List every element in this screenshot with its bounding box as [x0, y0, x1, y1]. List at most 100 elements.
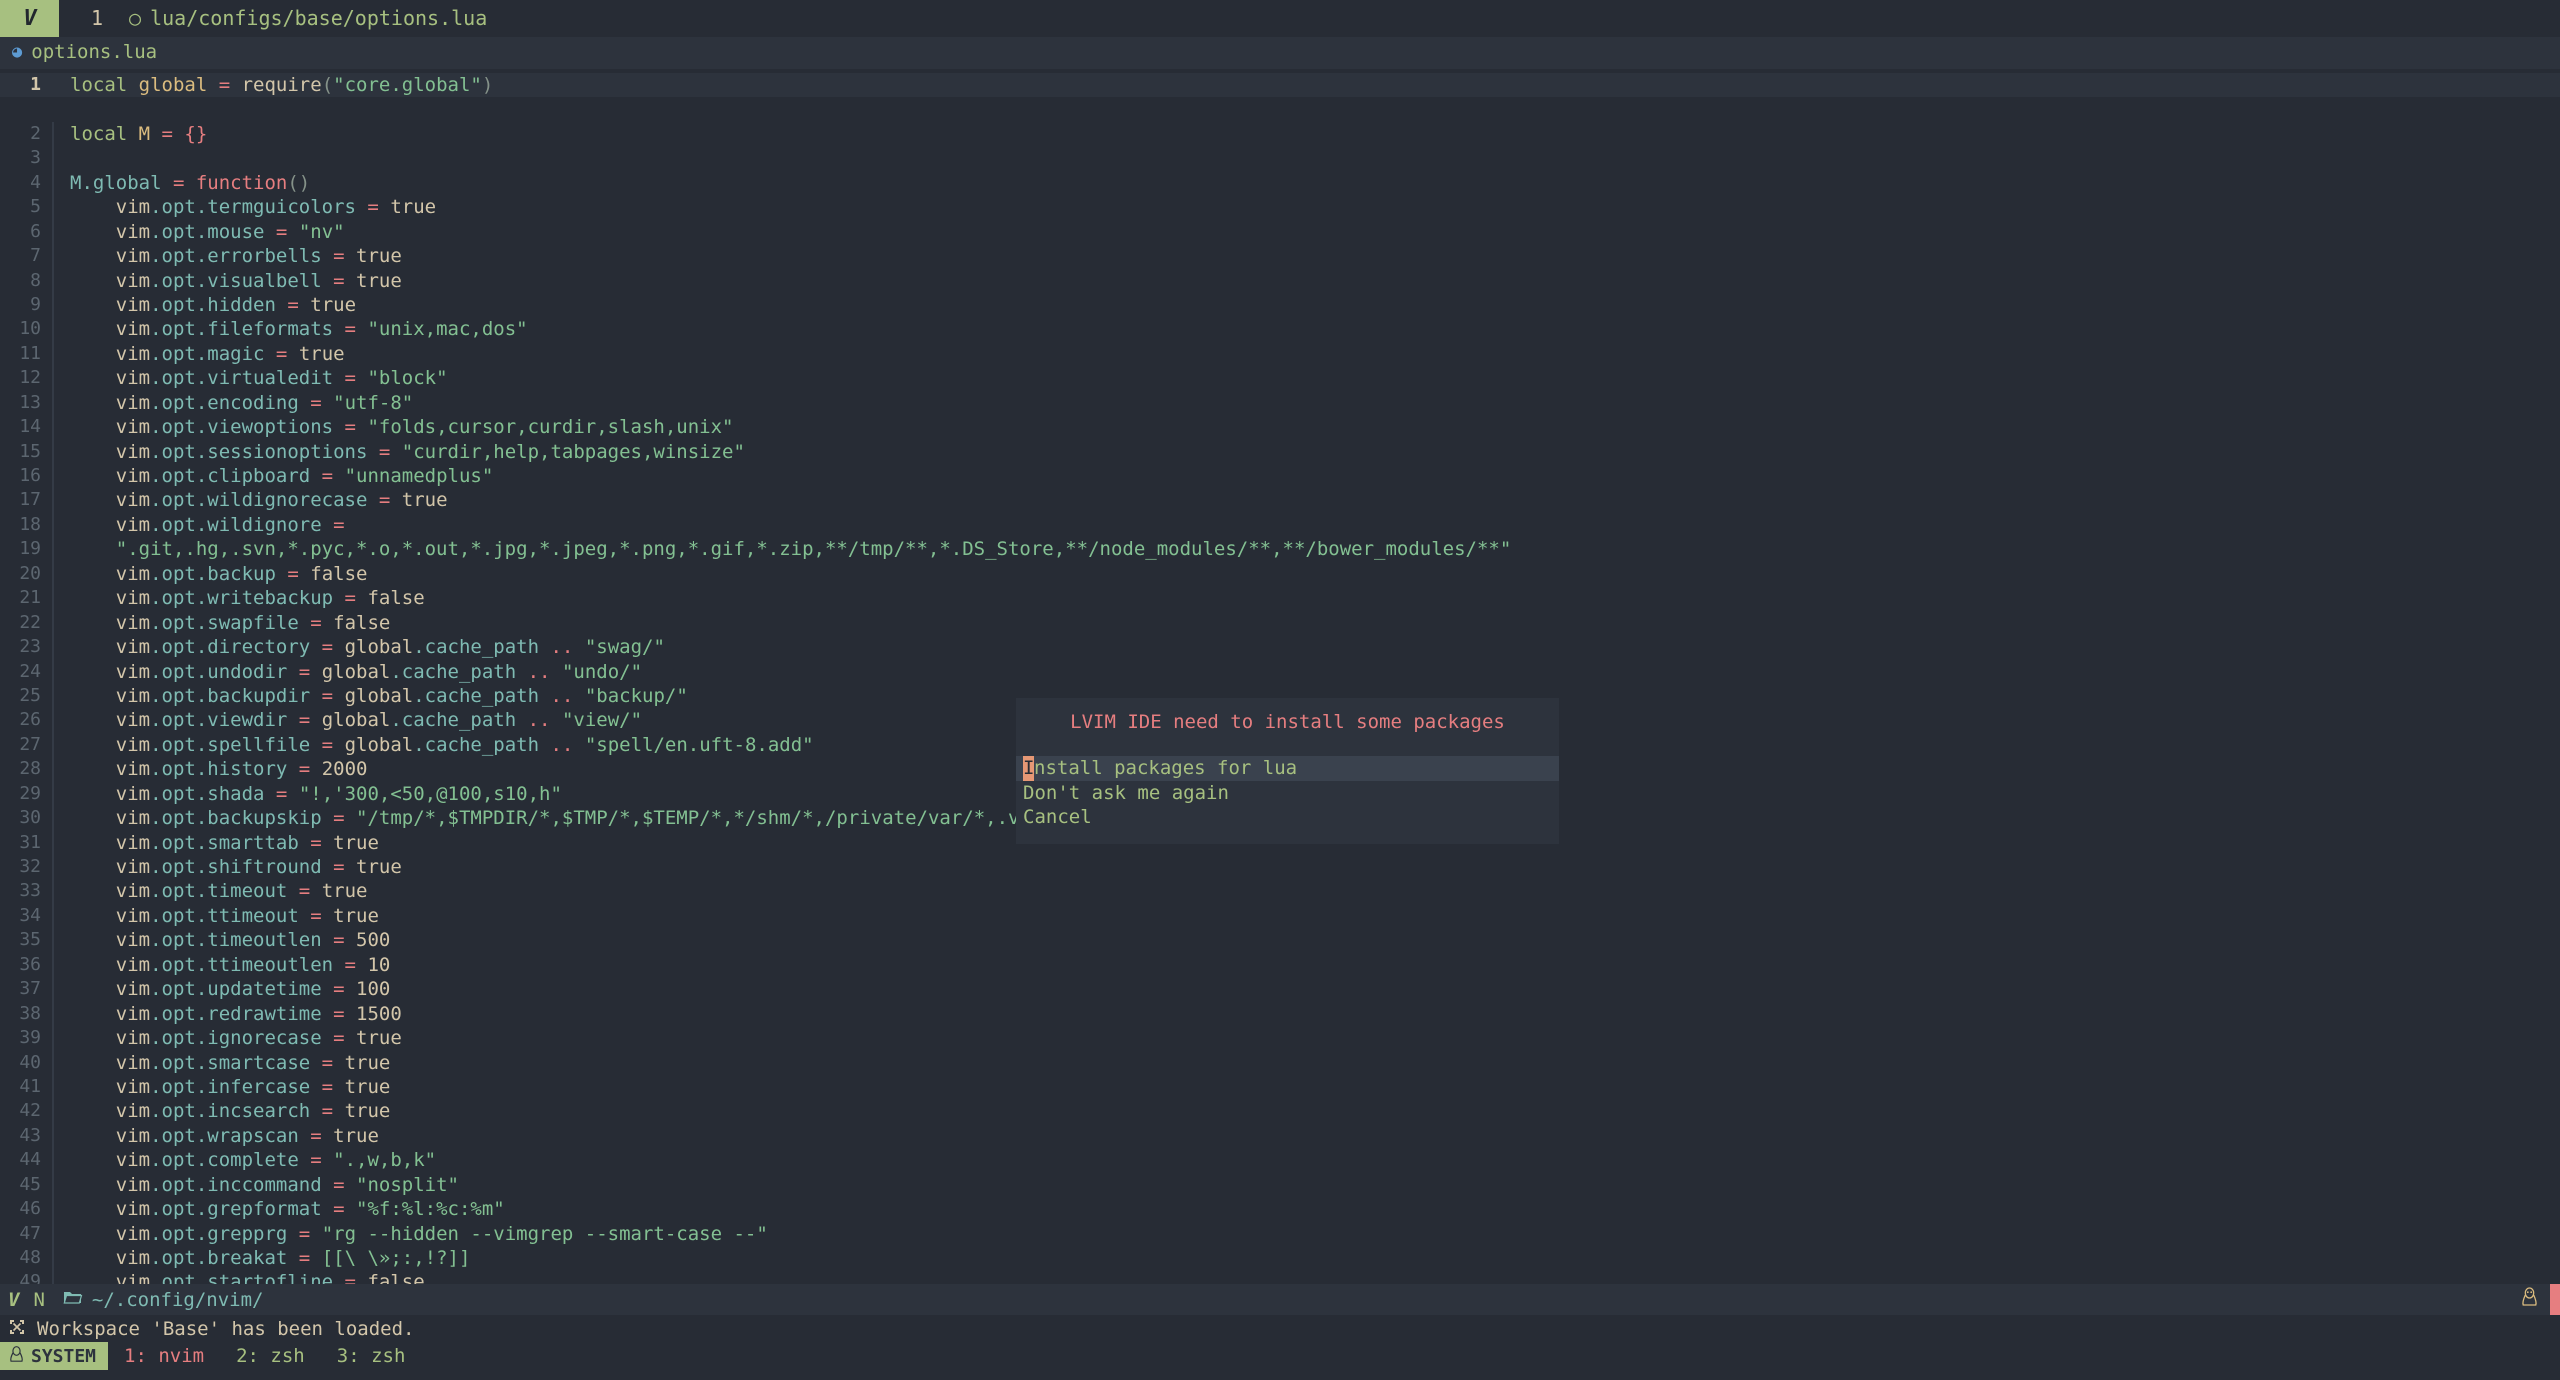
code-token: true	[345, 1052, 391, 1074]
code-token: false	[367, 1271, 424, 1284]
code-line[interactable]: 19 ".git,.hg,.svn,*.pyc,*.o,*.out,*.jpg,…	[0, 537, 2560, 561]
line-number: 5	[0, 195, 52, 219]
code-token: .opt.infercase	[150, 1076, 322, 1098]
code-line[interactable]: 20 vim.opt.backup = false	[0, 562, 2560, 586]
code-token: "%f:%l:%c:%m"	[356, 1198, 505, 1220]
code-token: .opt.shiftround	[150, 856, 333, 878]
code-line[interactable]: 1local global = require("core.global")	[0, 73, 2560, 97]
code-line[interactable]: 39 vim.opt.ignorecase = true	[0, 1026, 2560, 1050]
code-token: "!,'300,<50,@100,s10,h"	[299, 783, 562, 805]
line-number: 43	[0, 1124, 52, 1148]
code-token: .opt.startofline	[150, 1271, 344, 1284]
line-number: 29	[0, 782, 52, 806]
code-line[interactable]: 23 vim.opt.directory = global.cache_path…	[0, 635, 2560, 659]
code-line[interactable]: 46 vim.opt.grepformat = "%f:%l:%c:%m"	[0, 1197, 2560, 1221]
line-number: 19	[0, 537, 52, 561]
tmux-window-0[interactable]: 1: nvim	[108, 1342, 220, 1370]
code-line[interactable]: 13 vim.opt.encoding = "utf-8"	[0, 391, 2560, 415]
code-line[interactable]: 14 vim.opt.viewoptions = "folds,cursor,c…	[0, 415, 2560, 439]
code-token: vim	[70, 441, 150, 463]
code-line-text: vim.opt.fileformats = "unix,mac,dos"	[54, 317, 528, 341]
code-token: =	[310, 1149, 333, 1171]
code-line[interactable]: 43 vim.opt.wrapscan = true	[0, 1124, 2560, 1148]
code-line[interactable]: 48 vim.opt.breakat = [[\ \»;:,!?]]	[0, 1246, 2560, 1270]
code-token: =	[173, 172, 196, 194]
line-number: 21	[0, 586, 52, 610]
line-number: 48	[0, 1246, 52, 1270]
code-line[interactable]: 18 vim.opt.wildignore =	[0, 513, 2560, 537]
code-token: .opt.fileformats	[150, 318, 344, 340]
code-line[interactable]: 22 vim.opt.swapfile = false	[0, 611, 2560, 635]
code-line[interactable]: 41 vim.opt.infercase = true	[0, 1075, 2560, 1099]
modified-circle-icon: ○	[103, 0, 141, 37]
code-line[interactable]: 15 vim.opt.sessionoptions = "curdir,help…	[0, 440, 2560, 464]
code-line[interactable]: 4M.global = function()	[0, 171, 2560, 195]
code-line[interactable]: 12 vim.opt.virtualedit = "block"	[0, 366, 2560, 390]
code-token: ..	[550, 685, 584, 707]
dialog-option-list[interactable]: Install packages for luaDon't ask me aga…	[1016, 756, 1559, 830]
install-packages-dialog[interactable]: LVIM IDE need to install some packages I…	[1016, 698, 1559, 844]
code-token: true	[333, 1125, 379, 1147]
code-line[interactable]: 21 vim.opt.writebackup = false	[0, 586, 2560, 610]
code-token: vim	[70, 489, 150, 511]
dialog-option-1[interactable]: Don't ask me again	[1016, 781, 1559, 806]
code-line[interactable]: 7 vim.opt.errorbells = true	[0, 244, 2560, 268]
code-line[interactable]: 9 vim.opt.hidden = true	[0, 293, 2560, 317]
tmux-session-badge[interactable]: SYSTEM	[0, 1342, 108, 1370]
buffer-tab-options-lua[interactable]: ◕ options.lua	[0, 38, 171, 66]
code-line[interactable]: 11 vim.opt.magic = true	[0, 342, 2560, 366]
code-token: )	[482, 74, 493, 96]
buffer-tabline[interactable]: ◕ options.lua	[0, 37, 2560, 69]
code-line[interactable]: 40 vim.opt.smartcase = true	[0, 1051, 2560, 1075]
code-line[interactable]: 17 vim.opt.wildignorecase = true	[0, 488, 2560, 512]
code-line[interactable]: 2local M = {}	[0, 122, 2560, 146]
code-token: true	[299, 343, 345, 365]
code-line[interactable]: 34 vim.opt.ttimeout = true	[0, 904, 2560, 928]
code-line[interactable]: 49 vim.opt.startofline = false	[0, 1270, 2560, 1284]
tmux-penguin-icon	[9, 1345, 24, 1368]
code-line[interactable]: 37 vim.opt.updatetime = 100	[0, 977, 2560, 1001]
code-line-text: vim.opt.breakat = [[\ \»;:,!?]]	[54, 1246, 470, 1270]
code-line[interactable]: 8 vim.opt.visualbell = true	[0, 269, 2560, 293]
tmux-statusline[interactable]: SYSTEM 1: nvim2: zsh3: zsh	[0, 1342, 2560, 1370]
code-token: .opt.ignorecase	[150, 1027, 333, 1049]
code-line[interactable]	[0, 97, 2560, 121]
code-line[interactable]: 42 vim.opt.incsearch = true	[0, 1099, 2560, 1123]
code-line[interactable]: 38 vim.opt.redrawtime = 1500	[0, 1002, 2560, 1026]
code-token: .opt.clipboard	[150, 465, 322, 487]
code-token: global	[139, 74, 219, 96]
tmux-window-list[interactable]: 1: nvim2: zsh3: zsh	[108, 1342, 421, 1370]
lua-file-icon: ◕	[12, 42, 22, 62]
code-line[interactable]: 24 vim.opt.undodir = global.cache_path .…	[0, 660, 2560, 684]
code-line[interactable]: 3	[0, 146, 2560, 170]
code-token: global	[322, 709, 391, 731]
statusline-cwd: ~/.config/nvim/	[83, 1289, 264, 1311]
tmux-window-2[interactable]: 3: zsh	[321, 1342, 422, 1370]
code-line[interactable]: 45 vim.opt.inccommand = "nosplit"	[0, 1173, 2560, 1197]
code-token: vim	[70, 343, 150, 365]
code-line-text: vim.opt.hidden = true	[54, 293, 356, 317]
code-token: .opt.history	[150, 758, 299, 780]
code-line[interactable]: 6 vim.opt.mouse = "nv"	[0, 220, 2560, 244]
code-line[interactable]: 33 vim.opt.timeout = true	[0, 879, 2560, 903]
code-line[interactable]: 10 vim.opt.fileformats = "unix,mac,dos"	[0, 317, 2560, 341]
code-token: =	[333, 856, 356, 878]
code-line[interactable]: 47 vim.opt.grepprg = "rg --hidden --vimg…	[0, 1222, 2560, 1246]
code-line-text: M.global = function()	[54, 171, 310, 195]
buffer-tab-label: options.lua	[31, 41, 157, 63]
code-line[interactable]: 44 vim.opt.complete = ".,w,b,k"	[0, 1148, 2560, 1172]
code-token: vim	[70, 1003, 150, 1025]
code-token: vim	[70, 734, 150, 756]
dialog-option-2[interactable]: Cancel	[1016, 805, 1559, 830]
code-line[interactable]: 36 vim.opt.ttimeoutlen = 10	[0, 953, 2560, 977]
code-line[interactable]: 32 vim.opt.shiftround = true	[0, 855, 2560, 879]
code-editor[interactable]: 1local global = require("core.global") 2l…	[0, 69, 2560, 1284]
code-token: =	[322, 465, 345, 487]
code-line[interactable]: 16 vim.opt.clipboard = "unnamedplus"	[0, 464, 2560, 488]
code-token: false	[367, 587, 424, 609]
tmux-window-1[interactable]: 2: zsh	[220, 1342, 321, 1370]
code-line-text: local global = require("core.global")	[54, 73, 493, 97]
code-line[interactable]: 35 vim.opt.timeoutlen = 500	[0, 928, 2560, 952]
code-line[interactable]: 5 vim.opt.termguicolors = true	[0, 195, 2560, 219]
dialog-option-0[interactable]: Install packages for lua	[1016, 756, 1559, 781]
